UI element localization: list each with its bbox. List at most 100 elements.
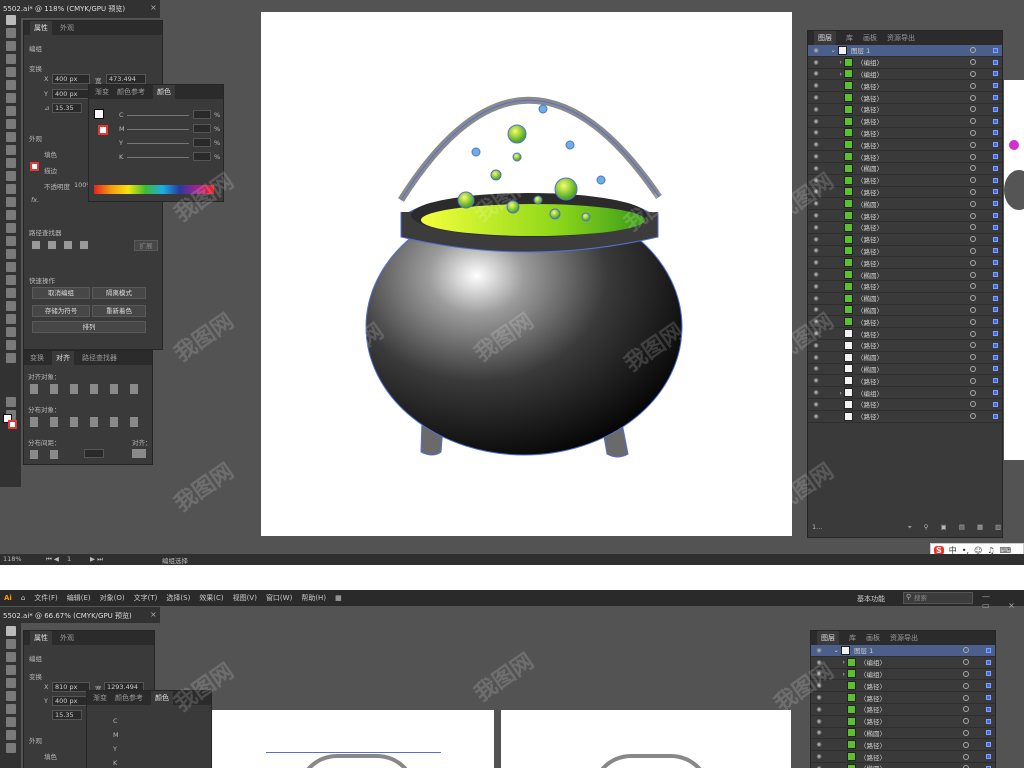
eraser-tool-icon[interactable] [5,145,16,155]
sublayer-row[interactable]: ◉ 〈路径〉 [811,680,995,693]
target-circle-icon[interactable] [970,82,976,89]
visibility-eye-icon[interactable]: ◉ [812,354,820,361]
visibility-eye-icon[interactable]: ◉ [812,271,820,278]
paintbrush-tool-icon[interactable] [5,119,16,129]
sublayer-row[interactable]: ◉ 〈路径〉 [808,222,1002,234]
visibility-eye-icon[interactable]: ◉ [812,283,820,290]
target-circle-icon[interactable] [970,47,976,54]
yellow-field[interactable] [193,138,211,147]
visibility-eye-icon[interactable]: ◉ [815,659,823,666]
visibility-eye-icon[interactable]: ◉ [812,247,820,254]
align-to-dropdown[interactable] [132,449,146,458]
curvature-tool-icon[interactable] [5,67,16,77]
selection-indicator-icon[interactable] [986,718,991,724]
visibility-eye-icon[interactable]: ◉ [815,647,823,654]
selection-indicator-icon[interactable] [986,754,991,760]
tab-asset-export[interactable]: 资源导出 [890,633,918,643]
target-circle-icon[interactable] [970,212,976,219]
menu-file[interactable]: 文件(F) [34,593,58,603]
selection-indicator-icon[interactable] [993,236,998,242]
target-circle-icon[interactable] [970,94,976,101]
target-circle-icon[interactable] [970,365,976,372]
sublayer-row[interactable]: ◉ 〈路径〉 [808,399,1002,411]
target-circle-icon[interactable] [963,741,969,748]
visibility-eye-icon[interactable]: ◉ [815,741,823,748]
paintbrush-tool-icon[interactable] [5,730,16,740]
selection-indicator-icon[interactable] [993,71,998,77]
visibility-eye-icon[interactable]: ◉ [812,82,820,89]
sublayer-row[interactable]: ◉ 〈路径〉 [811,739,995,752]
selection-indicator-icon[interactable] [993,413,998,419]
target-circle-icon[interactable] [963,647,969,654]
direct-selection-tool-icon[interactable] [5,639,16,649]
expand-chevron-icon[interactable]: ⌄ [820,46,836,54]
tab-color[interactable]: 颜色 [153,85,175,99]
selection-indicator-icon[interactable] [993,307,998,313]
y-field[interactable]: 400 px [52,696,90,706]
tab-pathfinder[interactable]: 路径查找器 [82,353,117,363]
menu-window[interactable]: 窗口(W) [266,593,292,603]
selection-indicator-icon[interactable] [993,224,998,230]
target-circle-icon[interactable] [970,377,976,384]
line-tool-icon[interactable] [5,704,16,714]
target-circle-icon[interactable] [970,413,976,420]
sublayer-row[interactable]: ◉ 〈路径〉 [808,340,1002,352]
sublayer-row[interactable]: ◉〈椭圆〉 [808,364,1002,376]
artboard[interactable] [261,12,792,536]
home-icon[interactable]: ⌂ [21,594,25,602]
menu-select[interactable]: 选择(S) [166,593,190,603]
selection-tool-icon[interactable] [5,626,16,636]
sublayer-name[interactable]: 〈椭圆〉 [857,364,883,374]
target-circle-icon[interactable] [970,283,976,290]
hand-tool-icon[interactable] [5,340,16,350]
target-circle-icon[interactable] [970,141,976,148]
target-circle-icon[interactable] [970,247,976,254]
sublayer-name[interactable]: 〈路径〉 [857,140,883,150]
sublayer-row[interactable]: ◉ › 〈编组〉 [808,69,1002,81]
sublayer-row[interactable]: ◉ 〈路径〉 [808,246,1002,258]
selection-indicator-icon[interactable] [993,142,998,148]
angle-field[interactable]: 15.35 [52,710,82,720]
sublayer-name[interactable]: 〈路径〉 [857,329,883,339]
sublayer-row[interactable]: ◉ 〈路径〉 [808,92,1002,104]
visibility-eye-icon[interactable]: ◉ [812,236,820,243]
color-spectrum[interactable] [94,185,214,194]
type-tool-icon[interactable] [5,80,16,90]
w-field[interactable]: 473.494 [106,74,146,84]
sublayer-row[interactable]: ◉ 〈路径〉 [811,751,995,763]
selection-indicator-icon[interactable] [993,130,998,136]
sublayer-name[interactable]: 〈路径〉 [857,234,883,244]
sublayer-name[interactable]: 〈路径〉 [860,693,886,703]
visibility-eye-icon[interactable]: ◉ [812,106,820,113]
zoom-level[interactable]: 118% [3,555,22,563]
sublayer-row[interactable]: ◉〈椭圆〉 [811,763,995,768]
sublayer-name[interactable]: 〈路径〉 [860,704,886,714]
expand-chevron-icon[interactable]: › [820,70,842,78]
sublayer-row[interactable]: ◉ 〈路径〉 [808,151,1002,163]
sublayer-name[interactable]: 〈路径〉 [857,211,883,221]
sublayer-row[interactable]: ◉ 〈路径〉 [811,716,995,728]
artboard-1[interactable] [212,710,494,768]
cyan-field[interactable] [193,110,211,119]
sublayer-name[interactable]: 〈路径〉 [857,281,883,291]
layer-row[interactable]: ◉ ⌄ 图层 1 [811,645,995,657]
visibility-eye-icon[interactable]: ◉ [812,342,820,349]
slice-tool-icon[interactable] [5,327,16,337]
expand-chevron-icon[interactable]: › [823,670,845,678]
ungroup-button[interactable]: 取消编组 [32,287,90,299]
sublayer-name[interactable]: 〈椭圆〉 [857,293,883,303]
tab-asset-export[interactable]: 资源导出 [887,33,915,43]
visibility-eye-icon[interactable]: ◉ [812,224,820,231]
x-field[interactable]: 400 px [52,74,90,84]
selection-indicator-icon[interactable] [986,671,991,677]
sublayer-name[interactable]: 〈路径〉 [860,681,886,691]
selection-indicator-icon[interactable] [986,695,991,701]
target-circle-icon[interactable] [970,106,976,113]
artboard-next-icon[interactable]: ▶ ⏭ [90,555,103,564]
sublayer-row[interactable]: ◉〈椭圆〉 [808,163,1002,175]
rectangle-tool-icon[interactable] [5,106,16,116]
save-as-symbol-button[interactable]: 存储为符号 [32,305,90,317]
menu-object[interactable]: 对象(O) [100,593,125,603]
visibility-eye-icon[interactable]: ◉ [812,413,820,420]
menu-help[interactable]: 帮助(H) [301,593,326,603]
